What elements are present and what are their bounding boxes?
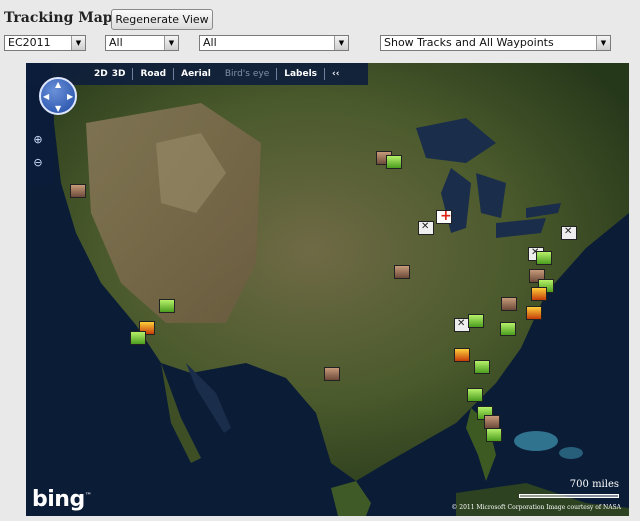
filter-select-2-value: All	[203, 36, 217, 49]
map-view[interactable]: 2D 3D Road Aerial Bird's eye Labels ‹‹ ▲…	[26, 63, 629, 516]
fire-waypoint-icon[interactable]	[526, 306, 542, 320]
bing-logo: bing™	[32, 487, 92, 512]
zoom-in-icon[interactable]: ⊕	[31, 133, 45, 147]
empty-waypoint-icon[interactable]	[418, 221, 434, 235]
birds-eye-button[interactable]: Bird's eye	[218, 69, 276, 79]
medical-waypoint-icon[interactable]	[436, 208, 452, 224]
page-title: Tracking Map	[4, 10, 113, 26]
scale-bar	[519, 494, 619, 498]
chevron-down-icon[interactable]: ▼	[71, 36, 85, 50]
photo-waypoint-icon[interactable]	[484, 415, 500, 429]
collapse-nav-button[interactable]: ‹‹	[325, 69, 346, 79]
waypoint-marker-icon[interactable]	[467, 388, 483, 402]
map-copyright: © 2011 Microsoft Corporation Image court…	[451, 504, 621, 511]
filter-select-1[interactable]: All ▼	[105, 35, 179, 51]
view-2d-button[interactable]: 2D	[26, 69, 110, 79]
labels-button[interactable]: Labels	[277, 69, 324, 79]
photo-waypoint-icon[interactable]	[70, 184, 86, 198]
display-mode-select[interactable]: Show Tracks and All Waypoints ▼	[380, 35, 611, 51]
waypoint-marker-icon[interactable]	[536, 251, 552, 265]
waypoint-marker-icon[interactable]	[130, 331, 146, 345]
display-mode-value: Show Tracks and All Waypoints	[384, 36, 554, 49]
waypoint-marker-icon[interactable]	[386, 155, 402, 169]
view-3d-button[interactable]: 3D	[110, 69, 133, 79]
waypoint-marker-icon[interactable]	[486, 428, 502, 442]
chevron-down-icon[interactable]: ▼	[164, 36, 178, 50]
waypoint-marker-icon[interactable]	[474, 360, 490, 374]
regenerate-view-button[interactable]: Regenerate View	[111, 9, 213, 30]
fire-waypoint-icon[interactable]	[531, 287, 547, 301]
photo-waypoint-icon[interactable]	[394, 265, 410, 279]
map-navigation-bar: 2D 3D Road Aerial Bird's eye Labels ‹‹	[26, 63, 368, 85]
filter-select-1-value: All	[109, 36, 123, 49]
event-select[interactable]: EC2011 ▼	[4, 35, 86, 51]
waypoint-marker-icon[interactable]	[159, 299, 175, 313]
fire-waypoint-icon[interactable]	[454, 348, 470, 362]
photo-waypoint-icon[interactable]	[324, 367, 340, 381]
zoom-out-icon[interactable]: ⊖	[31, 156, 45, 170]
event-select-value: EC2011	[8, 36, 51, 49]
photo-waypoint-icon[interactable]	[501, 297, 517, 311]
road-button[interactable]: Road	[133, 69, 173, 79]
chevron-down-icon[interactable]: ▼	[596, 36, 610, 50]
empty-waypoint-icon[interactable]	[561, 226, 577, 240]
waypoint-marker-icon[interactable]	[468, 314, 484, 328]
chevron-down-icon[interactable]: ▼	[334, 36, 348, 50]
pan-compass-icon[interactable]: ▲ ▼ ◀ ▶	[39, 77, 77, 115]
waypoint-marker-icon[interactable]	[500, 322, 516, 336]
aerial-button[interactable]: Aerial	[174, 69, 218, 79]
filter-select-2[interactable]: All ▼	[199, 35, 349, 51]
scale-label: 700 miles	[569, 479, 619, 490]
